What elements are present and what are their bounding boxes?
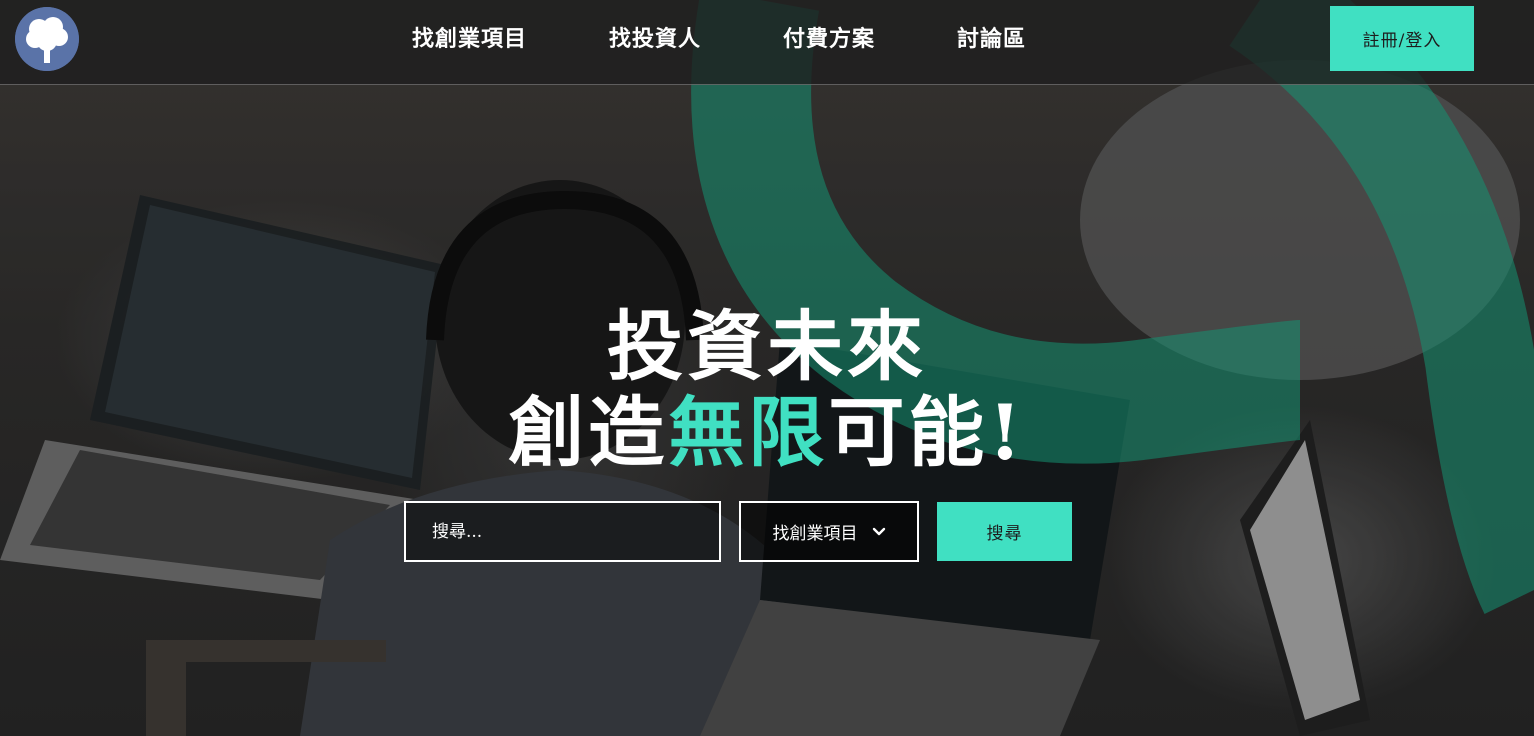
- hero-headline: 投資未來 創造無限可能!: [0, 304, 1534, 476]
- search-input[interactable]: [404, 501, 721, 562]
- headline-line-2: 創造無限可能!: [0, 390, 1534, 476]
- nav-discussion-forum[interactable]: 討論區: [957, 24, 1026, 54]
- headline-prefix: 創造: [508, 388, 669, 477]
- nav-pricing-plans[interactable]: 付費方案: [783, 24, 875, 54]
- search-button[interactable]: 搜尋: [937, 502, 1072, 561]
- tree-logo-icon[interactable]: [15, 7, 79, 71]
- category-selected-label: 找創業項目: [772, 524, 858, 544]
- headline-accent: 無限: [668, 388, 829, 477]
- category-dropdown[interactable]: 找創業項目: [739, 501, 919, 562]
- top-navbar: 找創業項目 找投資人 付費方案 討論區 註冊/登入: [0, 0, 1534, 85]
- chevron-down-icon: [872, 527, 885, 535]
- nav-find-startup-projects[interactable]: 找創業項目: [412, 24, 527, 54]
- headline-suffix: 可能!: [828, 388, 1026, 477]
- main-nav: 找創業項目 找投資人 付費方案 討論區: [412, 24, 1026, 54]
- register-login-button[interactable]: 註冊/登入: [1330, 6, 1474, 71]
- nav-find-investors[interactable]: 找投資人: [609, 24, 701, 54]
- headline-line-1: 投資未來: [607, 302, 927, 391]
